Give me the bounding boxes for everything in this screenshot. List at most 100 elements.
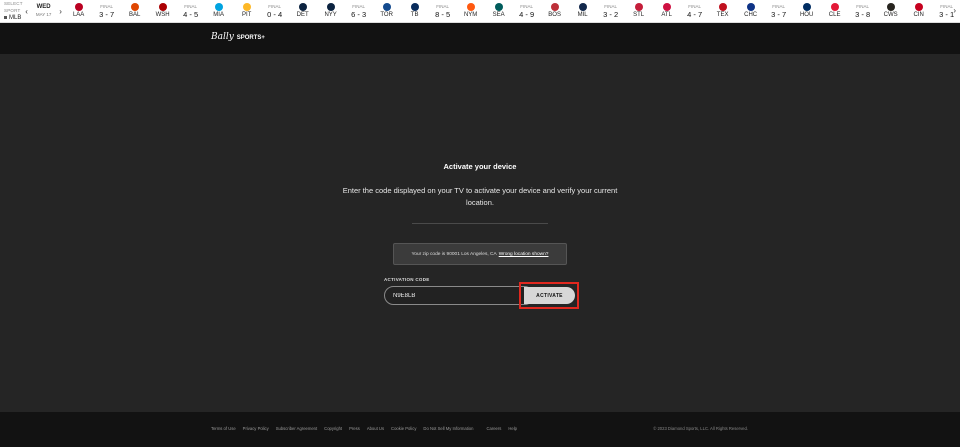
team-home[interactable]: TOR: [373, 0, 401, 23]
activation-code-input[interactable]: [384, 286, 534, 305]
date-display[interactable]: WED MAY 17: [31, 4, 57, 18]
scroll-right-chevron-icon[interactable]: ›: [953, 6, 956, 15]
team-home[interactable]: BOS: [541, 0, 569, 23]
team-abbr: PIT: [241, 12, 252, 18]
team-abbr: ATL: [661, 12, 672, 18]
location-notice: Your zip code is 90001 Los Angeles, CA W…: [393, 243, 567, 265]
scores-ticker: SELECT SPORT MLB ‹ WED MAY 17 › LAA FINAL…: [0, 0, 960, 23]
team-home[interactable]: CWS: [877, 0, 905, 23]
site-header: Bally SPORTS+: [0, 23, 960, 54]
footer-link[interactable]: Help: [508, 426, 517, 431]
team-abbr: STL: [633, 12, 645, 18]
score-value: 3 - 7: [99, 9, 115, 19]
copyright-text: © 2023 Diamond Sports, LLC. All Rights R…: [653, 426, 748, 431]
team-abbr: NYY: [324, 12, 337, 18]
team-logo-icon: [802, 3, 811, 11]
team-home[interactable]: HOU: [793, 0, 821, 23]
game-score[interactable]: FINAL 6 - 3: [345, 0, 373, 23]
game-score[interactable]: FINAL 8 - 5: [429, 0, 457, 23]
footer-link[interactable]: Privacy Policy: [243, 426, 269, 431]
team-abbr: SEA: [492, 12, 505, 18]
team-away[interactable]: CHC: [737, 0, 765, 23]
team-logo-icon: [494, 3, 503, 11]
date-day: WED: [36, 4, 51, 10]
sport-selector[interactable]: SELECT SPORT MLB: [0, 0, 23, 23]
team-logo-icon: [830, 3, 839, 11]
team-home[interactable]: NYM: [457, 0, 485, 23]
team-home[interactable]: TEX: [709, 0, 737, 23]
activation-code-label: ACTIVATION CODE: [384, 277, 430, 282]
team-logo-icon: [158, 3, 167, 11]
team-away[interactable]: CIN: [905, 0, 933, 23]
team-logo-icon: [550, 3, 559, 11]
game-score[interactable]: FINAL 4 - 5: [177, 0, 205, 23]
team-logo-icon: [242, 3, 251, 11]
footer-link[interactable]: Terms of Use: [211, 426, 236, 431]
team-logo-icon: [634, 3, 643, 11]
team-logo-icon: [578, 3, 587, 11]
team-abbr: WSH: [155, 12, 170, 18]
score-value: 4 - 5: [183, 9, 199, 19]
game-score[interactable]: FINAL 3 - 7: [93, 0, 121, 23]
team-abbr: DET: [296, 12, 309, 18]
prev-date-chevron-icon[interactable]: ‹: [23, 7, 31, 16]
team-away[interactable]: CLE: [821, 0, 849, 23]
team-abbr: TB: [410, 12, 419, 18]
activation-panel: Activate your device Enter the code disp…: [0, 54, 960, 412]
game-score[interactable]: FINAL 3 - 2: [597, 0, 625, 23]
activate-button-highlight: ACTIVATE: [519, 282, 579, 309]
team-logo-icon: [746, 3, 755, 11]
activation-description: Enter the code displayed on your TV to a…: [342, 186, 618, 207]
score-value: 3 - 7: [771, 9, 787, 19]
sport-value-text: MLB: [9, 15, 22, 21]
brand-suffix: SPORTS+: [236, 35, 265, 41]
team-home[interactable]: BAL: [121, 0, 149, 23]
date-month-day: MAY 17: [35, 12, 52, 17]
score-value: 3 - 1: [939, 9, 955, 19]
team-abbr: HOU: [799, 12, 814, 18]
game-score[interactable]: FINAL 0 - 4: [261, 0, 289, 23]
team-away[interactable]: PIT: [233, 0, 261, 23]
footer-link[interactable]: Do Not Sell My Information: [423, 426, 473, 431]
sport-selector-value[interactable]: MLB: [4, 14, 23, 22]
footer-link[interactable]: About Us: [367, 426, 384, 431]
team-abbr: MIA: [213, 12, 224, 18]
team-abbr: BOS: [548, 12, 561, 18]
sport-indicator-icon: [4, 15, 7, 19]
team-home[interactable]: STL: [625, 0, 653, 23]
wrong-location-link[interactable]: Wrong location shown?: [499, 252, 549, 257]
team-away[interactable]: NYY: [317, 0, 345, 23]
team-away[interactable]: MIL: [569, 0, 597, 23]
game-score[interactable]: FINAL 4 - 7: [681, 0, 709, 23]
team-abbr: TOR: [380, 12, 393, 18]
team-away[interactable]: WSH: [149, 0, 177, 23]
team-abbr: NYM: [463, 12, 478, 18]
team-logo-icon: [410, 3, 419, 11]
brand-name: Bally: [211, 32, 234, 42]
team-logo-icon: [914, 3, 923, 11]
team-away[interactable]: SEA: [485, 0, 513, 23]
score-value: 8 - 5: [435, 9, 451, 19]
page-title: Activate your device: [443, 162, 517, 171]
game-score[interactable]: FINAL 3 - 8: [849, 0, 877, 23]
footer-link[interactable]: Press: [349, 426, 360, 431]
score-value: 3 - 2: [603, 9, 619, 19]
team-abbr: CIN: [913, 12, 924, 18]
game-score[interactable]: FINAL 4 - 9: [513, 0, 541, 23]
team-home[interactable]: DET: [289, 0, 317, 23]
footer-link[interactable]: Subscriber Agreement: [276, 426, 317, 431]
footer-link[interactable]: Cookie Policy: [391, 426, 416, 431]
team-away[interactable]: TB: [401, 0, 429, 23]
next-date-chevron-icon[interactable]: ›: [57, 7, 65, 16]
team-away[interactable]: ATL: [653, 0, 681, 23]
activate-button[interactable]: ACTIVATE: [524, 287, 575, 304]
footer-link[interactable]: Copyright: [324, 426, 342, 431]
score-value: 0 - 4: [267, 9, 283, 19]
team-abbr: CLE: [828, 12, 841, 18]
team-home[interactable]: MIA: [205, 0, 233, 23]
site-footer: Terms of Use Privacy Policy Subscriber Agr…: [0, 412, 960, 447]
bally-sports-logo[interactable]: Bally SPORTS+: [211, 32, 265, 42]
team-away[interactable]: LAA: [65, 0, 93, 23]
game-score[interactable]: FINAL 3 - 7: [765, 0, 793, 23]
footer-link[interactable]: Careers: [486, 426, 501, 431]
